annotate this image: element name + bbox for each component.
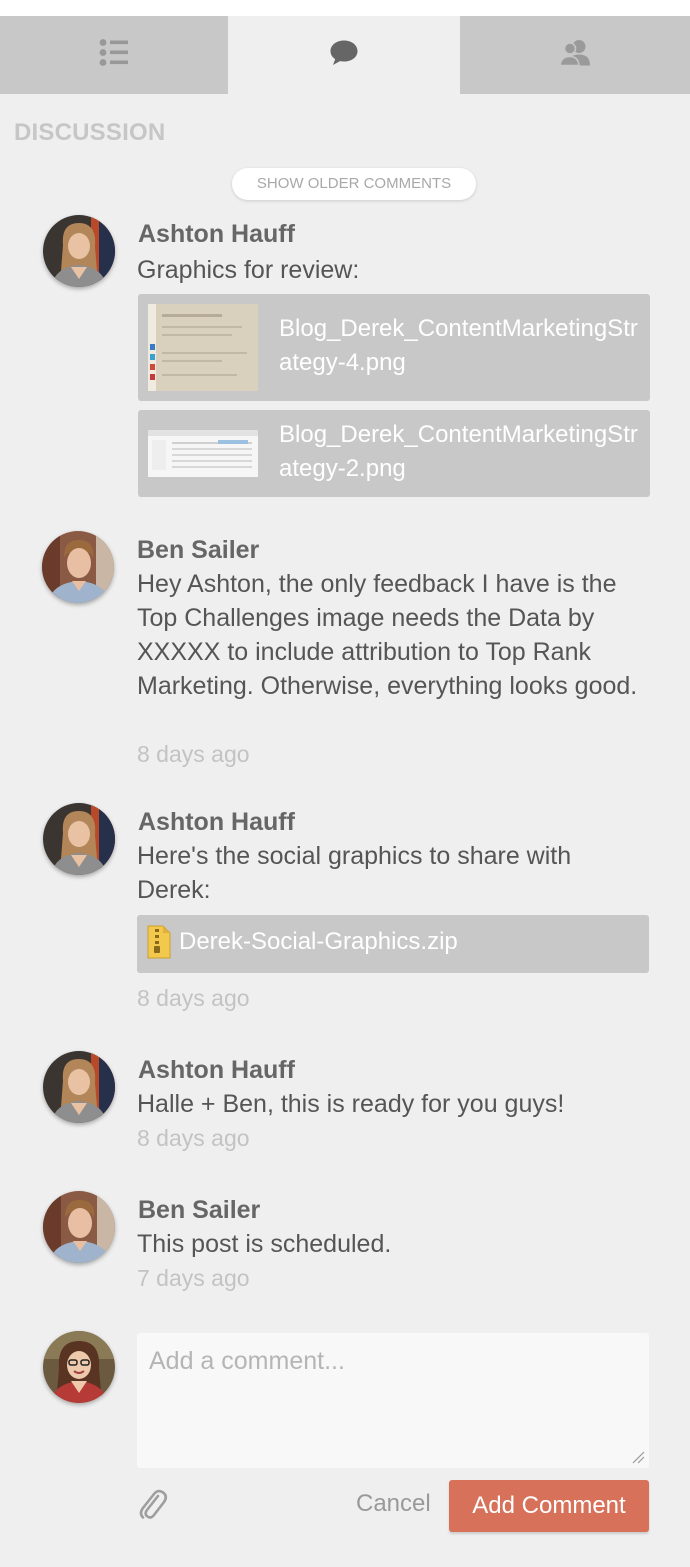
show-older-comments-button[interactable]: SHOW OLDER COMMENTS [232,168,476,200]
avatar [43,215,115,287]
attachment-name: Blog_Derek_ContentMarketingStrategy-2.pn… [279,421,638,482]
top-strip [0,0,690,16]
panel-tabs [0,16,690,94]
comment-text: Halle + Ben, this is ready for you guys! [137,1090,565,1118]
comment-timestamp: 8 days ago [137,1125,250,1151]
add-comment-button[interactable]: Add Comment [449,1480,649,1532]
tab-discussion[interactable] [228,16,460,94]
tab-people[interactable] [460,16,690,94]
avatar [42,531,114,603]
zip-file-icon [146,925,172,964]
comment-icon [329,39,359,72]
comment-author: Ashton Hauff [138,220,295,248]
avatar [43,1331,115,1403]
users-icon [559,39,591,72]
attachment-image[interactable]: Blog_Derek_ContentMarketingStrategy-2.pn… [138,410,650,497]
comment-input[interactable] [137,1333,649,1468]
comment-author: Ben Sailer [138,1196,261,1224]
attach-paperclip-icon[interactable] [138,1488,168,1527]
attachment-image[interactable]: Blog_Derek_ContentMarketingStrategy-4.pn… [138,294,650,401]
attachment-thumbnail [148,430,258,477]
comment-author: Ben Sailer [137,536,260,564]
comment-timestamp: 8 days ago [137,741,250,767]
avatar [43,1051,115,1123]
comment-text: Hey Ashton, the only feedback I have is … [137,570,638,700]
resize-handle-icon[interactable] [631,1450,645,1469]
comment-timestamp: 8 days ago [137,985,250,1011]
comment-text: This post is scheduled. [137,1230,392,1258]
avatar [43,1191,115,1263]
avatar [43,803,115,875]
attachment-name: Blog_Derek_ContentMarketingStrategy-4.pn… [279,315,638,376]
section-title: DISCUSSION [14,119,166,146]
comment-text: Here's the social graphics to share with… [137,842,572,904]
attachment-name: Derek-Social-Graphics.zip [179,928,458,955]
list-icon [99,38,129,73]
attachment-file[interactable]: Derek-Social-Graphics.zip [137,915,649,973]
tab-outline[interactable] [0,16,228,94]
comment-timestamp: 7 days ago [137,1265,250,1291]
comment-author: Ashton Hauff [138,1056,295,1084]
cancel-button[interactable]: Cancel [356,1490,431,1518]
comment-text: Graphics for review: [137,256,360,284]
comment-author: Ashton Hauff [138,808,295,836]
attachment-thumbnail [148,304,258,391]
